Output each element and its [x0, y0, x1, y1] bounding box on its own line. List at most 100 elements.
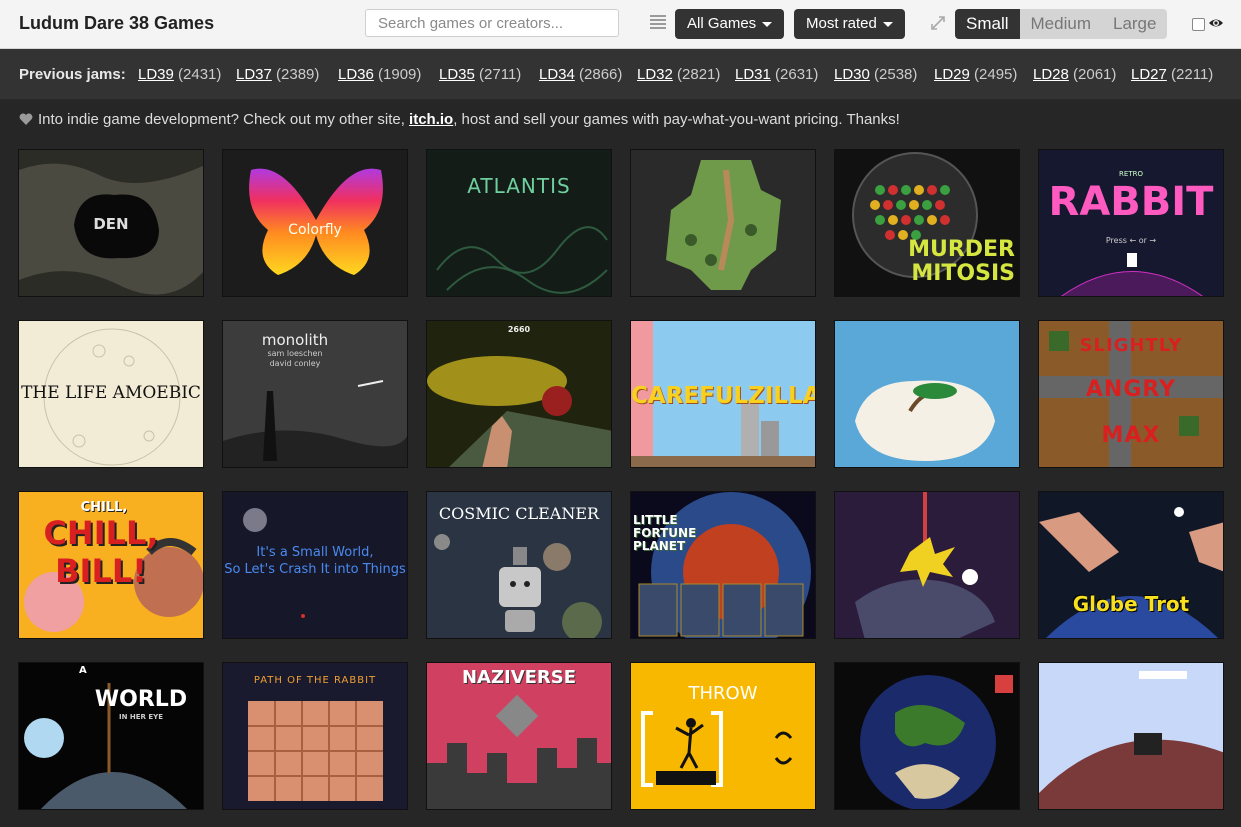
game-thumbnail[interactable]: [834, 320, 1020, 468]
jam-count: (2821): [677, 66, 721, 83]
jam-link[interactable]: LD39 (2431): [138, 66, 221, 83]
chevron-down-icon: [882, 21, 893, 27]
game-thumbnail[interactable]: [834, 491, 1020, 639]
game-title: It's a Small World,: [256, 545, 374, 560]
game-thumbnail[interactable]: CHILL, CHILL, BILL!: [18, 491, 204, 639]
game-tag: RETRO: [1119, 170, 1143, 178]
sort-dropdown[interactable]: Most rated: [794, 9, 905, 39]
game-title: CAREFULZILLA: [631, 383, 816, 409]
game-title: Colorfly: [288, 222, 342, 238]
game-title: monolith: [261, 331, 329, 349]
game-title: ATLANTIS: [467, 174, 571, 198]
heart-icon: [19, 113, 33, 125]
game-score: 2660: [507, 325, 531, 334]
game-subtitle-2: MAX: [1101, 423, 1161, 448]
game-thumbnail[interactable]: NAZIVERSE: [426, 662, 612, 810]
jam-name[interactable]: LD27: [1131, 66, 1167, 83]
game-title-top: CHILL,: [80, 500, 128, 515]
jam-link[interactable]: LD32 (2821): [637, 66, 720, 83]
game-thumbnail[interactable]: ATLANTIS: [426, 149, 612, 297]
game-thumbnail[interactable]: PATH OF THE RABBIT: [222, 662, 408, 810]
jam-link[interactable]: LD27 (2211): [1131, 66, 1213, 83]
jam-name[interactable]: LD31: [735, 66, 771, 83]
jam-count: (2711): [479, 66, 522, 83]
jam-count: (2211): [1171, 66, 1214, 83]
game-title: SLIGHTLY: [1079, 335, 1183, 356]
site-title[interactable]: Ludum Dare 38 Games: [19, 13, 214, 34]
game-thumbnail[interactable]: THE LIFE AMOEBIC: [18, 320, 204, 468]
itch-io-link[interactable]: itch.io: [409, 111, 453, 128]
game-thumbnail[interactable]: monolith sam loeschen david conley: [222, 320, 408, 468]
game-thumbnail[interactable]: Colorfly: [222, 149, 408, 297]
game-thumbnail[interactable]: It's a Small World, So Let's Crash It in…: [222, 491, 408, 639]
previous-jams-bar: Previous jams: LD39 (2431) LD37 (2389) L…: [0, 49, 1241, 100]
promo-notice: Into indie game development? Check out m…: [19, 111, 900, 128]
jam-count: (1909): [378, 66, 422, 83]
jam-name[interactable]: LD30: [834, 66, 870, 83]
search-input[interactable]: [365, 9, 619, 37]
hide-checkbox[interactable]: [1192, 18, 1205, 31]
previous-jams-label: Previous jams:: [19, 66, 126, 83]
game-title: CHILL, BILL!: [43, 514, 159, 590]
game-subtitle: IN HER EYE: [119, 713, 163, 721]
jam-name[interactable]: LD35: [439, 66, 475, 83]
jam-link[interactable]: LD29 (2495): [934, 66, 1017, 83]
jam-name[interactable]: LD28: [1033, 66, 1069, 83]
jam-link[interactable]: LD36 (1909): [338, 66, 421, 83]
game-thumbnail[interactable]: THROW: [630, 662, 816, 810]
jam-link[interactable]: LD37 (2389): [236, 66, 319, 83]
jam-link[interactable]: LD28 (2061): [1033, 66, 1116, 83]
game-thumbnail[interactable]: CAREFULZILLA: [630, 320, 816, 468]
filter-dropdown[interactable]: All Games: [675, 9, 785, 39]
game-thumbnail[interactable]: [1038, 662, 1224, 810]
game-thumbnail[interactable]: Globe Trot: [1038, 491, 1224, 639]
jam-count: (2538): [874, 66, 918, 83]
game-title: DEN: [93, 215, 129, 233]
game-thumbnail[interactable]: SLIGHTLY ANGRY MAX: [1038, 320, 1224, 468]
jam-name[interactable]: LD37: [236, 66, 272, 83]
jam-link[interactable]: LD34 (2866): [539, 66, 622, 83]
jam-name[interactable]: LD32: [637, 66, 673, 83]
game-subtitle-2: david conley: [269, 359, 321, 368]
game-subtitle: So Let's Crash It into Things: [224, 562, 406, 577]
eye-icon[interactable]: [1208, 15, 1224, 31]
jam-link[interactable]: LD35 (2711): [439, 66, 521, 83]
size-medium-button[interactable]: Medium: [1019, 9, 1102, 39]
jam-name[interactable]: LD34: [539, 66, 575, 83]
game-subtitle: sam loeschen: [267, 349, 323, 358]
game-thumbnail[interactable]: LITTLE FORTUNE PLANET: [630, 491, 816, 639]
list-view-icon[interactable]: [650, 15, 666, 31]
game-thumbnail[interactable]: 2660: [426, 320, 612, 468]
game-title: RABBIT: [1048, 179, 1214, 225]
jam-link[interactable]: LD30 (2538): [834, 66, 917, 83]
game-thumbnail[interactable]: RETRO RABBIT Press ← or →: [1038, 149, 1224, 297]
jam-count: (2061): [1073, 66, 1117, 83]
game-thumbnail[interactable]: COSMIC CLEANER: [426, 491, 612, 639]
jam-count: (2495): [974, 66, 1018, 83]
game-tag: A: [79, 665, 87, 676]
jam-name[interactable]: LD39: [138, 66, 174, 83]
game-title: MURDER MITOSIS: [908, 237, 1015, 286]
jam-link[interactable]: LD31 (2631): [735, 66, 818, 83]
notice-text: Into indie game development? Check out m…: [38, 111, 405, 128]
jam-count: (2631): [775, 66, 819, 83]
expand-icon[interactable]: [930, 15, 946, 31]
top-header: Ludum Dare 38 Games All Games Most rated…: [0, 0, 1241, 49]
game-thumbnail[interactable]: [630, 149, 816, 297]
game-thumbnail[interactable]: DEN: [18, 149, 204, 297]
jam-name[interactable]: LD36: [338, 66, 374, 83]
game-title: NAZIVERSE: [461, 667, 577, 688]
game-title: THE LIFE AMOEBIC: [21, 383, 201, 403]
game-title: Globe Trot: [1072, 592, 1190, 616]
game-thumbnail[interactable]: MURDER MITOSIS: [834, 149, 1020, 297]
game-thumbnail[interactable]: [834, 662, 1020, 810]
jam-name[interactable]: LD29: [934, 66, 970, 83]
size-toggle: Small Medium Large: [955, 9, 1168, 39]
game-subtitle: ANGRY: [1085, 377, 1177, 402]
filter-dropdown-label: All Games: [687, 15, 757, 32]
size-small-button[interactable]: Small: [955, 9, 1020, 39]
jam-count: (2431): [178, 66, 222, 83]
game-title: COSMIC CLEANER: [438, 504, 600, 523]
game-thumbnail[interactable]: A WORLD IN HER EYE: [18, 662, 204, 810]
size-large-button[interactable]: Large: [1101, 9, 1168, 39]
